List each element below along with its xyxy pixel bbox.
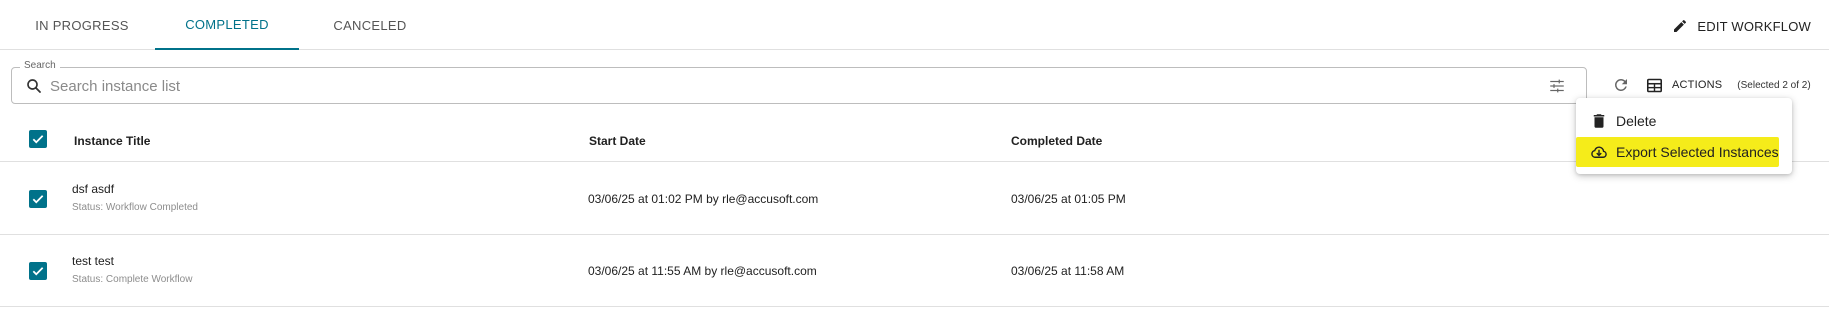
row-checkbox[interactable]: [29, 190, 47, 208]
menu-item-label: Delete: [1616, 113, 1657, 129]
row-start-date: 03/06/25 at 11:55 AM by rle@accusoft.com: [588, 264, 817, 278]
tab-in-progress[interactable]: IN PROGRESS: [18, 0, 146, 50]
checkmark-icon: [32, 267, 44, 276]
table-row[interactable]: dsf asdf Status: Workflow Completed 03/0…: [0, 163, 1829, 235]
row-checkbox[interactable]: [29, 262, 47, 280]
select-all-checkbox[interactable]: [29, 130, 47, 148]
menu-item-export-selected[interactable]: Export Selected Instances: [1576, 137, 1792, 167]
menu-item-delete[interactable]: Delete: [1576, 106, 1792, 136]
actions-menu: Delete Export Selected Instances: [1576, 98, 1792, 174]
column-header-completed-date[interactable]: Completed Date: [1011, 134, 1102, 148]
row-completed-date: 03/06/25 at 01:05 PM: [1011, 192, 1126, 206]
row-title[interactable]: dsf asdf: [72, 182, 114, 196]
menu-item-label: Export Selected Instances: [1616, 144, 1779, 160]
table-icon: [1646, 78, 1663, 92]
actions-label: ACTIONS: [1672, 79, 1723, 91]
edit-workflow-button[interactable]: EDIT WORKFLOW: [1672, 15, 1811, 37]
row-title[interactable]: test test: [72, 254, 114, 268]
cloud-download-icon: [1591, 146, 1607, 158]
row-start-date: 03/06/25 at 01:02 PM by rle@accusoft.com: [588, 192, 819, 206]
checkmark-icon: [32, 135, 44, 144]
row-completed-date: 03/06/25 at 11:58 AM: [1011, 264, 1125, 278]
column-header-instance-title[interactable]: Instance Title: [74, 134, 150, 148]
refresh-icon[interactable]: [1612, 76, 1630, 94]
row-status: Status: Workflow Completed: [72, 202, 198, 213]
search-label: Search: [20, 60, 60, 71]
edit-workflow-label: EDIT WORKFLOW: [1697, 18, 1811, 34]
row-status: Status: Complete Workflow: [72, 274, 193, 285]
search-box: Search: [11, 60, 1587, 104]
tab-bar: IN PROGRESS COMPLETED CANCELED EDIT WORK…: [0, 0, 1829, 50]
selection-count: (Selected 2 of 2): [1737, 79, 1811, 91]
table-header: Instance Title Start Date Completed Date: [0, 126, 1829, 162]
pencil-icon: [1674, 19, 1687, 32]
tab-canceled[interactable]: CANCELED: [298, 0, 442, 50]
tab-completed[interactable]: COMPLETED: [155, 0, 299, 50]
actions-button[interactable]: ACTIONS (Selected 2 of 2): [1646, 76, 1811, 94]
checkmark-icon: [32, 195, 44, 204]
table-row[interactable]: test test Status: Complete Workflow 03/0…: [0, 235, 1829, 307]
search-icon: [27, 79, 41, 93]
column-header-start-date[interactable]: Start Date: [589, 134, 646, 148]
search-input[interactable]: [50, 74, 1520, 98]
trash-icon: [1593, 114, 1605, 128]
filter-settings-icon[interactable]: [1548, 77, 1566, 95]
